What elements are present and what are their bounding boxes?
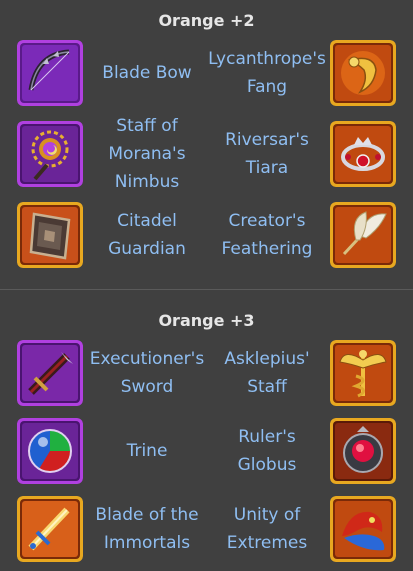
staff-of-moranas-nimbus-icon[interactable] [17, 121, 83, 187]
item-label[interactable]: Staff of Morana's Nimbus [86, 116, 208, 192]
trine-icon[interactable] [17, 418, 83, 484]
section-orange-plus-3: Orange +3 Executioner's Sword Asklepius'… [0, 290, 413, 571]
unity-of-extremes-icon[interactable] [330, 496, 396, 562]
item-row: Trine Ruler's Globus [0, 418, 413, 488]
citadel-guardian-icon[interactable] [17, 202, 83, 268]
item-label[interactable]: Executioner's Sword [86, 340, 208, 406]
item-label[interactable]: Creator's Feathering [208, 202, 326, 268]
section-title: Orange +3 [158, 311, 255, 330]
item-row: Blade Bow Lycanthrope's Fang [0, 40, 413, 110]
item-row: Citadel Guardian Creator's Feathering [0, 202, 413, 272]
blade-of-the-immortals-icon[interactable] [17, 496, 83, 562]
item-row: Blade of the Immortals Unity of Extremes [0, 496, 413, 566]
section-title: Orange +2 [158, 11, 255, 30]
rulers-globus-icon[interactable] [330, 418, 396, 484]
asklepius-staff-icon[interactable] [330, 340, 396, 406]
lycanthropes-fang-icon[interactable] [330, 40, 396, 106]
item-label[interactable]: Trine [86, 418, 208, 484]
item-label[interactable]: Lycanthrope's Fang [208, 40, 326, 106]
item-label[interactable]: Unity of Extremes [208, 496, 326, 562]
executioners-sword-icon[interactable] [17, 340, 83, 406]
section-orange-plus-2: Orange +2 Blade Bow Lycanthrope's Fang S… [0, 0, 413, 289]
item-label[interactable]: Riversar's Tiara [208, 121, 326, 187]
item-label[interactable]: Blade of the Immortals [86, 496, 208, 562]
blade-bow-icon[interactable] [17, 40, 83, 106]
item-label[interactable]: Blade Bow [86, 40, 208, 106]
item-row: Staff of Morana's Nimbus Riversar's Tiar… [0, 116, 413, 192]
item-row: Executioner's Sword Asklepius' Staff [0, 340, 413, 410]
creators-feathering-icon[interactable] [330, 202, 396, 268]
item-label[interactable]: Citadel Guardian [86, 202, 208, 268]
riversars-tiara-icon[interactable] [330, 121, 396, 187]
item-label[interactable]: Ruler's Globus [208, 418, 326, 484]
item-label[interactable]: Asklepius' Staff [208, 340, 326, 406]
